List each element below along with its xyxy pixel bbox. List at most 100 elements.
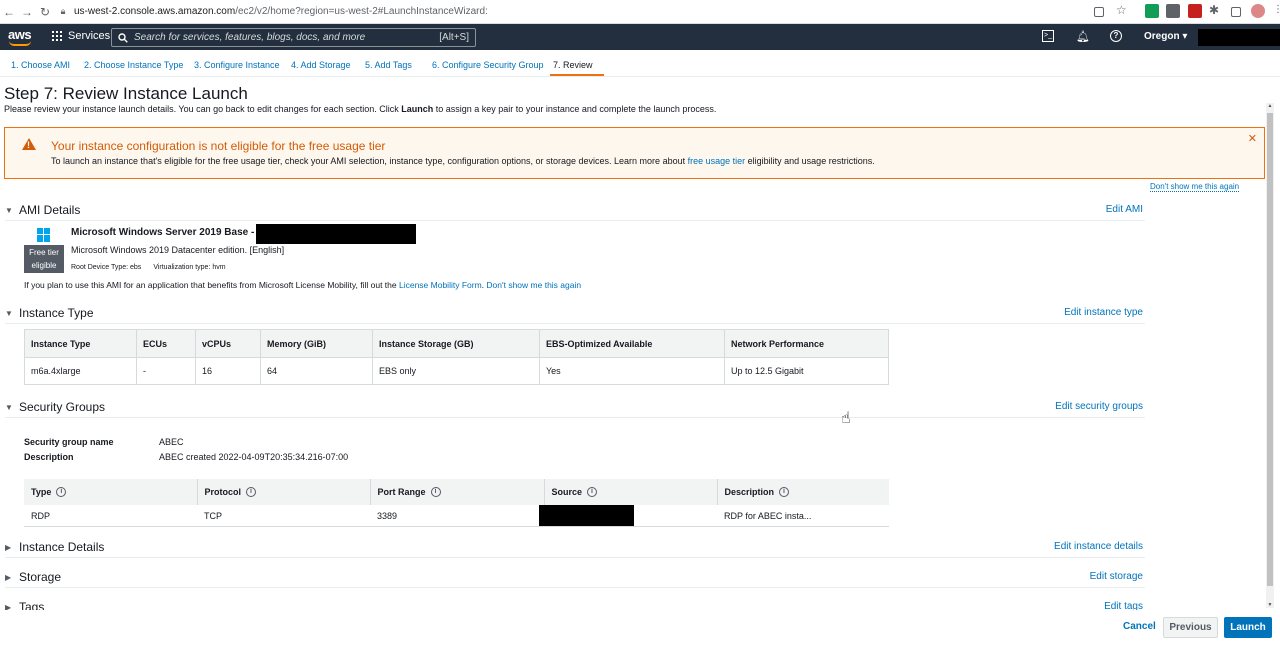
scrollbar-thumb[interactable] [1267,113,1273,586]
services-menu[interactable]: Services [52,30,110,42]
back-icon[interactable]: ← [0,5,18,19]
search-input[interactable]: Search for services, features, blogs, do… [111,28,476,47]
section-title: Security Groups [19,400,106,414]
aws-logo-text: aws [8,27,32,42]
table-cell: 16 [195,357,261,385]
caret-down-icon: ▼ [5,206,13,215]
bell-icon[interactable]: 🔔︎ [1076,30,1090,43]
dont-show-again-link[interactable]: Don't show me this again [1150,182,1240,192]
table-row: m6a.4xlarge - 16 64 EBS only Yes Up to 1… [24,357,889,385]
puzzle-icon[interactable]: ✱ [1209,3,1223,17]
cloudshell-icon[interactable]: >_ [1042,30,1054,42]
scroll-up-icon[interactable]: ▲ [1266,103,1274,109]
table-cell: RDP for ABEC insta... [724,510,812,521]
sidebar-icon[interactable] [1231,7,1241,17]
table-cell: TCP [204,510,222,521]
url-path: /ec2/v2/home?region=us-west-2#LaunchInst… [235,6,488,17]
edit-security-groups-link[interactable]: Edit security groups [1055,401,1143,412]
table-cell: Up to 12.5 Gigabit [731,366,804,376]
security-rules-table: Type i Protocol i Port Range i Source i Desc… [24,479,889,527]
help-icon[interactable]: ? [1110,30,1122,42]
avatar[interactable] [1251,4,1265,18]
table-header-row: Instance Type ECUs vCPUs Memory (GiB) In… [24,329,889,358]
license-mobility-link[interactable]: License Mobility Form [399,280,482,290]
info-icon[interactable]: i [246,487,257,498]
column-header-label: Port Range [377,486,426,497]
dont-show-again-link[interactable]: Don't show me this again [486,280,581,290]
aws-logo[interactable]: aws [8,27,32,46]
caret-down-icon: ▼ [5,309,13,318]
column-header: Port Range i [370,479,545,505]
launch-button[interactable]: Launch [1224,617,1272,638]
section-title: Instance Type [19,306,94,320]
subtitle-text: Please review your instance launch detai… [4,104,402,114]
column-header: Memory (GiB) [260,329,373,358]
free-tier-badge: Free tier eligible [24,245,64,273]
column-header: ECUs [136,329,196,358]
aws-top-nav: aws Services Search for services, featur… [0,24,1280,50]
table-header-row: Type i Protocol i Port Range i Source i Desc… [24,479,889,505]
bookmark-star-icon[interactable]: ☆ [1116,3,1130,17]
ami-id-redacted [256,224,416,244]
column-header: Type i [24,479,198,505]
column-header: Protocol i [197,479,371,505]
tab-configure-instance[interactable]: 3. Configure Instance [194,60,280,70]
free-usage-tier-link[interactable]: free usage tier [688,156,746,166]
ami-name: Microsoft Windows Server 2019 Base - [71,227,255,238]
tab-add-tags[interactable]: 5. Add Tags [365,60,412,70]
tab-add-storage[interactable]: 4. Add Storage [291,60,351,70]
tab-configure-security-group[interactable]: 6. Configure Security Group [432,60,544,70]
table-cell: 3389 [377,510,398,521]
reload-icon[interactable]: ↻ [36,5,54,19]
info-icon[interactable]: i [779,487,790,498]
account-menu-redacted[interactable] [1198,29,1280,46]
info-icon[interactable]: i [56,487,67,498]
windows-logo-icon [24,224,64,245]
address-bar[interactable]: us-west-2.console.aws.amazon.com/ec2/v2/… [74,6,488,17]
instance-type-header[interactable]: ▼ Instance Type Edit instance type [5,306,1145,324]
cancel-button[interactable]: Cancel [1123,621,1156,632]
previous-button[interactable]: Previous [1163,617,1218,638]
extension-icon[interactable] [1188,4,1202,18]
tab-choose-instance-type[interactable]: 2. Choose Instance Type [84,60,183,70]
forward-icon[interactable]: → [18,5,36,19]
extension-icon[interactable] [1145,4,1159,18]
scroll-down-icon[interactable]: ▼ [1266,602,1274,608]
close-icon[interactable]: ✕ [1248,132,1257,145]
menu-dots-icon[interactable]: ⋮ [1273,4,1280,18]
ami-details-header[interactable]: ▼ AMI Details Edit AMI [5,203,1145,221]
storage-header[interactable]: ▶ Storage Edit storage [5,570,1145,588]
edit-instance-type-link[interactable]: Edit instance type [1064,307,1143,318]
column-header: Description i [717,479,889,505]
tab-review[interactable]: 7. Review [550,60,603,76]
section-title: AMI Details [19,203,81,217]
tab-choose-ami[interactable]: 1. Choose AMI [11,60,70,70]
edit-storage-link[interactable]: Edit storage [1090,571,1143,582]
column-header: Instance Storage (GB) [372,329,540,358]
column-header-label: Description [724,486,775,497]
root-device-type: Root Device Type: ebs [71,264,142,271]
browser-toolbar: ← → ↻ 🔒︎ us-west-2.console.aws.amazon.co… [0,0,1280,24]
warning-text-end: eligibility and usage restrictions. [745,156,875,166]
search-shortcut: [Alt+S] [439,32,469,43]
region-selector[interactable]: Oregon ▾ [1144,31,1187,42]
security-group-name-label: Security group name [24,437,114,447]
security-groups-header[interactable]: ▼ Security Groups Edit security groups [5,400,1145,418]
edit-instance-details-link[interactable]: Edit instance details [1054,541,1143,552]
wizard-footer: Cancel Previous Launch [0,610,1280,652]
instance-type-table: Instance Type ECUs vCPUs Memory (GiB) In… [24,329,889,385]
scrollbar[interactable]: ▲ ▼ [1266,103,1274,608]
table-row: RDP TCP 3389 RDP for ABEC insta... [24,505,889,527]
instance-details-header[interactable]: ▶ Instance Details Edit instance details [5,540,1145,558]
table-cell: - [136,357,196,385]
license-mobility-note: If you plan to use this AMI for an appli… [24,280,581,290]
page-subtitle: Please review your instance launch detai… [4,104,716,114]
info-icon[interactable]: i [587,487,598,498]
lock-icon[interactable]: 🔒︎ [54,6,72,17]
extension-icon[interactable] [1166,4,1180,18]
share-icon[interactable] [1094,7,1104,17]
caret-right-icon: ▶ [5,573,12,582]
info-icon[interactable]: i [430,487,441,498]
hand-cursor-icon: ☝ [841,410,851,427]
edit-ami-link[interactable]: Edit AMI [1106,204,1143,215]
